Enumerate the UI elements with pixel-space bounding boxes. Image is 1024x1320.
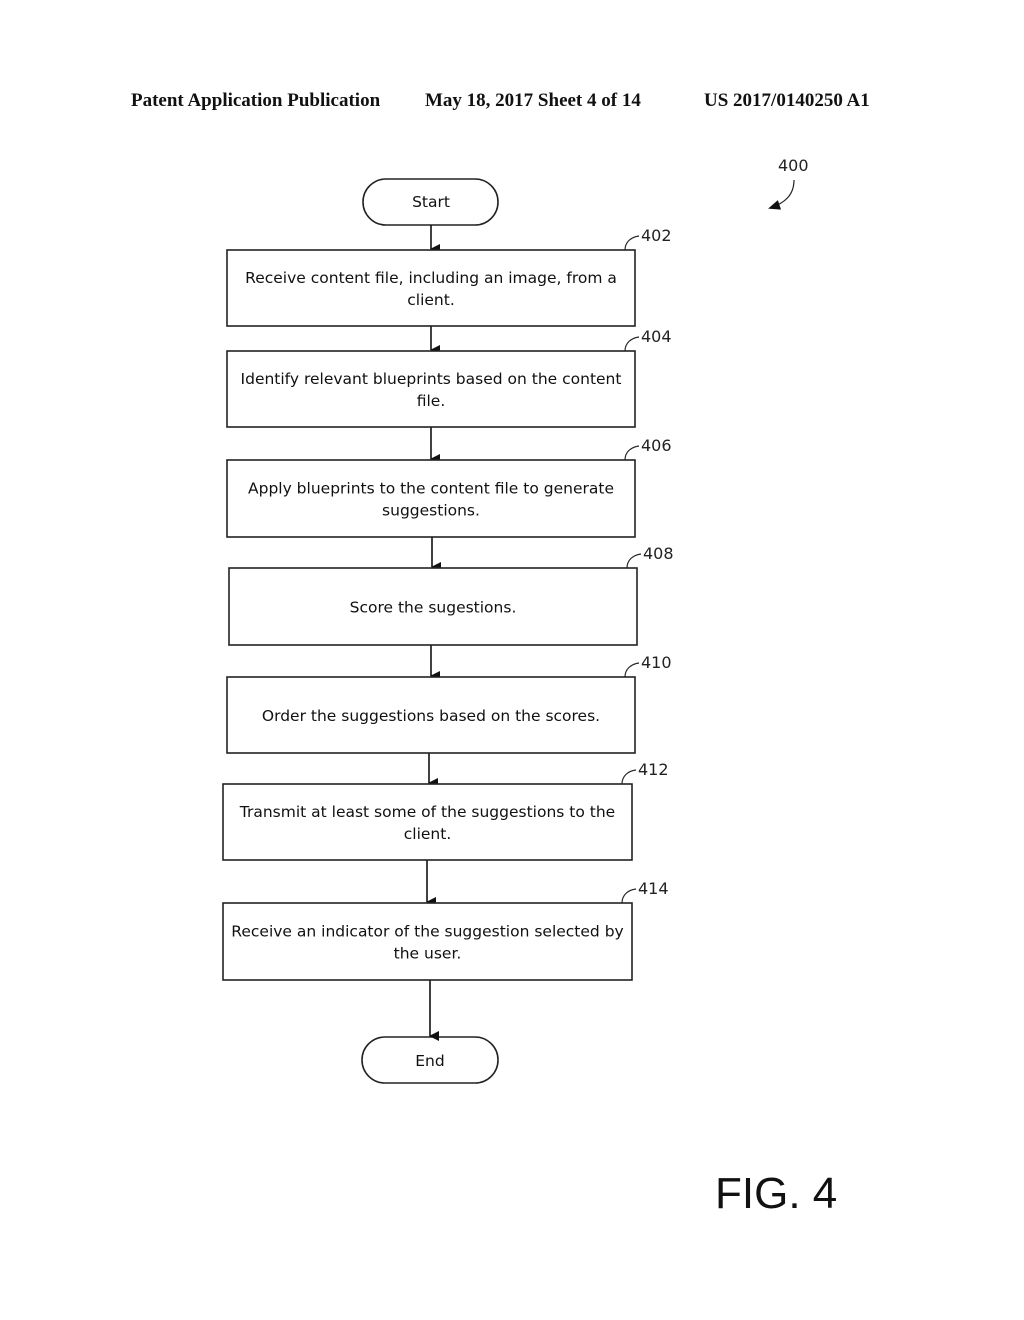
reference-number: 402 bbox=[641, 226, 672, 245]
process-step-402: Receive content file, including an image… bbox=[226, 226, 672, 327]
reference-leader bbox=[626, 553, 642, 569]
figure-label: FIG. 4 bbox=[715, 1169, 837, 1218]
process-step-text: Apply blueprints to the content file to … bbox=[248, 480, 614, 498]
reference-number: 404 bbox=[641, 327, 672, 346]
flowchart: 400 Start End Receive content file, incl… bbox=[222, 156, 837, 1218]
reference-leader bbox=[621, 769, 637, 785]
end-label: End bbox=[415, 1052, 444, 1070]
process-step-text: Order the suggestions based on the score… bbox=[262, 707, 600, 725]
reference-number: 412 bbox=[638, 760, 669, 779]
process-step-414: Receive an indicator of the suggestion s… bbox=[222, 879, 669, 981]
process-box bbox=[226, 459, 636, 538]
process-step-410: Order the suggestions based on the score… bbox=[226, 653, 672, 754]
start-label: Start bbox=[412, 193, 450, 211]
process-box bbox=[226, 249, 636, 327]
process-box bbox=[226, 350, 636, 428]
process-box bbox=[222, 902, 633, 981]
process-step-text: suggestions. bbox=[382, 502, 480, 520]
reference-number: 414 bbox=[638, 879, 669, 898]
process-step-text: the user. bbox=[394, 945, 462, 963]
process-step-text: Receive an indicator of the suggestion s… bbox=[231, 923, 623, 941]
start-terminal: Start bbox=[362, 178, 499, 226]
reference-number: 410 bbox=[641, 653, 672, 672]
process-step-text: client. bbox=[404, 825, 452, 843]
figure-reference-arrow bbox=[768, 179, 795, 210]
process-box bbox=[222, 783, 633, 861]
process-step-412: Transmit at least some of the suggestion… bbox=[222, 760, 669, 861]
reference-number: 406 bbox=[641, 436, 672, 455]
reference-leader bbox=[624, 336, 640, 352]
process-step-text: client. bbox=[407, 291, 455, 309]
process-step-text: Score the sugestions. bbox=[350, 599, 517, 617]
figure-reference-label: 400 bbox=[778, 156, 809, 175]
process-step-406: Apply blueprints to the content file to … bbox=[226, 436, 672, 538]
reference-leader bbox=[624, 445, 640, 461]
reference-leader bbox=[624, 235, 640, 251]
end-terminal: End bbox=[361, 1036, 499, 1084]
process-step-text: Identify relevant blueprints based on th… bbox=[241, 370, 622, 388]
process-step-404: Identify relevant blueprints based on th… bbox=[226, 327, 672, 428]
process-step-408: Score the sugestions. 408 bbox=[228, 544, 674, 646]
process-step-text: Receive content file, including an image… bbox=[245, 269, 617, 287]
reference-leader bbox=[624, 662, 640, 678]
reference-leader bbox=[621, 888, 637, 904]
process-step-text: file. bbox=[417, 392, 446, 410]
process-step-text: Transmit at least some of the suggestion… bbox=[239, 803, 615, 821]
reference-number: 408 bbox=[643, 544, 674, 563]
